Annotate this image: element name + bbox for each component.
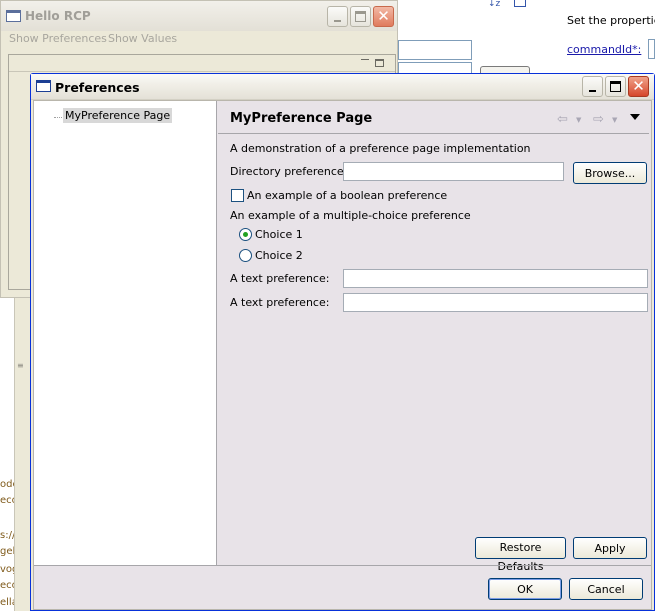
choice-1-label[interactable]: Choice 1 (255, 228, 303, 241)
code-fragment: eco (0, 495, 14, 506)
window-title: Hello RCP (25, 9, 91, 23)
boolean-checkbox[interactable] (231, 189, 244, 202)
text-preference-label-2: A text preference: (230, 296, 330, 309)
forward-dropdown-icon[interactable]: ▼ (612, 116, 617, 124)
back-arrow-icon[interactable]: ⇦ (557, 112, 568, 127)
commandid-link[interactable]: commandId*: (567, 43, 641, 57)
outline-icon[interactable] (514, 0, 526, 7)
minimize-icon (334, 20, 341, 22)
close-button[interactable]: ✕ (373, 6, 394, 27)
choice-2-radio[interactable] (239, 249, 252, 262)
properties-description: Set the properties (567, 14, 655, 27)
page-title: MyPreference Page (230, 111, 373, 126)
code-fragment: gel (0, 546, 14, 557)
maximize-icon (610, 81, 621, 92)
text-preference-input-1[interactable] (343, 269, 648, 288)
menu-show-values[interactable]: Show Values (108, 32, 177, 45)
back-dropdown-icon[interactable]: ▼ (576, 116, 581, 124)
sash-grip-icon: ≡ (17, 361, 24, 370)
view-minimize-icon[interactable] (361, 59, 369, 61)
minimize-button[interactable] (582, 76, 603, 97)
view-menu-icon[interactable] (630, 114, 640, 120)
maximize-button[interactable] (605, 76, 626, 97)
window-titlebar[interactable]: Hello RCP ✕ (1, 1, 397, 31)
maximize-button[interactable] (350, 6, 371, 27)
browse-button[interactable]: Browse... (573, 162, 647, 184)
page-description: A demonstration of a preference page imp… (230, 142, 531, 155)
preferences-dialog: Preferences ✕ MyPreference Page MyPrefer… (30, 73, 655, 611)
directory-input[interactable] (343, 162, 564, 181)
text-preference-input-2[interactable] (343, 293, 648, 312)
minimize-icon (589, 90, 596, 92)
cancel-button[interactable]: Cancel (569, 578, 643, 600)
choice-1-radio[interactable] (239, 228, 252, 241)
restore-defaults-button[interactable]: Restore Defaults (475, 537, 566, 573)
background-input[interactable] (398, 40, 472, 60)
text-preference-label-1: A text preference: (230, 272, 330, 285)
menu-show-preferences[interactable]: Show Preferences (9, 32, 107, 45)
window-icon (36, 80, 51, 92)
code-fragment: ode (0, 479, 14, 490)
close-icon: ✕ (632, 77, 645, 95)
directory-label: Directory preference: (230, 165, 348, 178)
window-icon (6, 10, 21, 22)
ok-button[interactable]: OK (488, 578, 562, 600)
code-fragment: ella (0, 597, 14, 608)
commandid-input[interactable] (648, 39, 655, 59)
apply-button[interactable]: Apply (573, 537, 647, 559)
tree-connector (54, 117, 62, 118)
choice-group-label: An example of a multiple-choice preferen… (230, 209, 471, 222)
radio-selected-dot (243, 232, 248, 237)
view-maximize-icon[interactable] (375, 59, 384, 67)
dialog-title: Preferences (55, 80, 140, 95)
dialog-body: MyPreference Page MyPreference Page ⇦ ▼ … (33, 100, 652, 610)
choice-2-label[interactable]: Choice 2 (255, 249, 303, 262)
header-divider (218, 133, 649, 134)
close-button[interactable]: ✕ (628, 76, 649, 97)
code-fragment: s:// (0, 530, 14, 541)
tree-item-mypreference-page[interactable]: MyPreference Page (63, 108, 173, 123)
code-fragment: vog (0, 564, 14, 575)
boolean-label[interactable]: An example of a boolean preference (247, 189, 447, 202)
button-bar-divider (34, 565, 651, 566)
menu-bar: Show Preferences Show Values (1, 31, 397, 49)
close-icon: ✕ (377, 7, 390, 25)
minimize-button[interactable] (327, 6, 348, 27)
maximize-icon (355, 11, 366, 22)
dialog-titlebar[interactable]: Preferences ✕ (31, 74, 654, 100)
page-header: MyPreference Page ⇦ ▼ ⇨ ▼ (218, 101, 649, 133)
forward-arrow-icon[interactable]: ⇨ (593, 112, 604, 127)
code-fragment: eco (0, 580, 14, 591)
sash-bar[interactable] (14, 296, 30, 611)
preference-tree: MyPreference Page (34, 101, 217, 565)
